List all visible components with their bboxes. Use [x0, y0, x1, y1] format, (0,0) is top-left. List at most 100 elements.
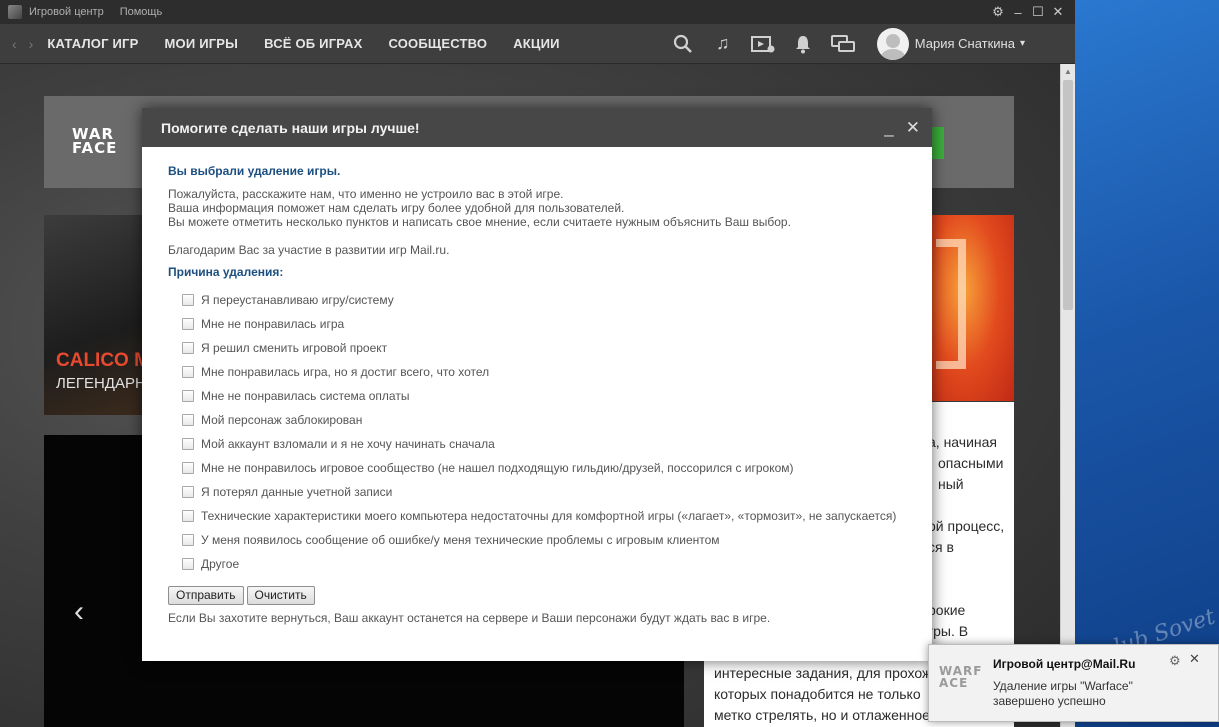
close-icon[interactable]: ✕ — [906, 118, 920, 138]
article-line: которых понадобится не только — [714, 686, 921, 702]
checkbox[interactable] — [182, 342, 194, 354]
dialog-header: Помогите сделать наши игры лучше! _ ✕ — [142, 108, 932, 147]
intro-line: Вы можете отметить несколько пунктов и н… — [168, 215, 791, 229]
close-icon[interactable]: ✕ — [1049, 4, 1067, 20]
reason-label: Технические характеристики моего компьют… — [201, 509, 897, 523]
reason-label: Мой аккаунт взломали и я не хочу начинат… — [201, 437, 495, 451]
reason-label: Мне не понравилось игровое сообщество (н… — [201, 461, 794, 475]
user-menu[interactable]: Мария Снаткина ▾ — [876, 27, 1025, 60]
toast-title: Игровой центр@Mail.Ru — [993, 657, 1136, 671]
article-line: рокие — [928, 602, 966, 618]
reason-option[interactable]: Я решил сменить игровой проект — [182, 336, 906, 360]
search-icon[interactable] — [671, 32, 695, 56]
reason-label: Другое — [201, 557, 240, 571]
app-icon — [8, 5, 22, 19]
reason-label: Мой персонаж заблокирован — [201, 413, 363, 427]
thanks-text: Благодарим Вас за участие в развитии игр… — [168, 243, 450, 257]
checkbox[interactable] — [182, 558, 194, 570]
reason-label: Я потерял данные учетной записи — [201, 485, 393, 499]
reason-label: Мне не понравилась игра — [201, 317, 345, 331]
maximize-icon[interactable]: ☐ — [1029, 4, 1047, 20]
promo-banner[interactable]: CALICO M9 ЛЕГЕНДАРНО — [44, 215, 144, 415]
reason-label: Мне не понравилась система оплаты — [201, 389, 410, 403]
warface-logo: WARFACE — [939, 664, 983, 690]
notification-toast[interactable]: WARFACE Игровой центр@Mail.Ru Удаление и… — [928, 644, 1219, 722]
scroll-up-icon[interactable]: ▲ — [1064, 67, 1072, 76]
reason-heading: Причина удаления: — [168, 265, 284, 279]
nav-my-games[interactable]: МОИ ИГРЫ — [165, 36, 239, 51]
promo-subtitle: ЛЕГЕНДАРНО — [56, 375, 144, 392]
toast-message: Удаление игры "Warface" завершено успешн… — [993, 679, 1133, 708]
article-line: интересные задания, для прохож — [714, 665, 932, 681]
warface-logo: WARFACE — [72, 125, 118, 157]
game-center-window: Игровой центр Помощь ⚙ – ☐ ✕ ‹ › КАТАЛОГ… — [0, 0, 1075, 727]
dialog-heading: Вы выбрали удаление игры. — [168, 164, 341, 178]
article-line: опасными — [938, 455, 1004, 471]
checkbox[interactable] — [182, 462, 194, 474]
reason-label: Я переустанавливаю игру/систему — [201, 293, 394, 307]
submit-button[interactable]: Отправить — [168, 586, 244, 605]
back-icon[interactable]: ‹ — [12, 36, 17, 52]
uninstall-feedback-dialog: Помогите сделать наши игры лучше! _ ✕ Вы… — [142, 108, 932, 661]
article-line: гры. В — [928, 623, 969, 639]
nav-catalog[interactable]: КАТАЛОГ ИГР — [47, 36, 138, 51]
music-icon[interactable]: ♫ — [711, 32, 735, 56]
checkbox[interactable] — [182, 438, 194, 450]
intro-line: Пожалуйста, расскажите нам, что именно н… — [168, 187, 564, 201]
reason-label: У меня появилось сообщение об ошибке/у м… — [201, 533, 720, 547]
chat-icon[interactable] — [830, 32, 855, 56]
reason-option[interactable]: Мне не понравилась система оплаты — [182, 384, 906, 408]
reason-option[interactable]: Мне не понравилось игровое сообщество (н… — [182, 456, 906, 480]
minimize-icon[interactable]: – — [1009, 5, 1027, 20]
bell-icon[interactable] — [791, 32, 815, 56]
play-button[interactable] — [930, 127, 944, 159]
article-line: метко стрелять, но и отлаженное — [714, 707, 930, 723]
help-menu[interactable]: Помощь — [120, 6, 163, 18]
gear-icon[interactable]: ⚙ — [989, 4, 1007, 20]
dialog-title: Помогите сделать наши игры лучше! — [161, 119, 420, 136]
scroll-thumb[interactable] — [1063, 80, 1073, 310]
article-line: ный — [938, 476, 964, 492]
checkbox[interactable] — [182, 510, 194, 522]
checkbox[interactable] — [182, 414, 194, 426]
clear-button[interactable]: Очистить — [246, 586, 315, 605]
reason-option[interactable]: Я переустанавливаю игру/систему — [182, 288, 906, 312]
checkbox[interactable] — [182, 390, 194, 402]
reason-option[interactable]: Мне не понравилась игра — [182, 312, 906, 336]
forward-icon[interactable]: › — [29, 36, 34, 52]
promo-image[interactable] — [930, 215, 1014, 401]
app-name-menu[interactable]: Игровой центр — [29, 6, 104, 18]
nav-promotions[interactable]: АКЦИИ — [513, 36, 560, 51]
reason-option[interactable]: Другое — [182, 552, 906, 576]
article-line: ой процесс, — [928, 518, 1005, 534]
title-bar: Игровой центр Помощь ⚙ – ☐ ✕ — [0, 0, 1075, 24]
footnote: Если Вы захотите вернуться, Ваш аккаунт … — [168, 611, 771, 625]
video-icon[interactable] — [750, 32, 775, 56]
checkbox[interactable] — [182, 366, 194, 378]
nav-community[interactable]: СООБЩЕСТВО — [388, 36, 487, 51]
reason-option[interactable]: Мой аккаунт взломали и я не хочу начинат… — [182, 432, 906, 456]
minimize-icon[interactable]: _ — [884, 118, 893, 138]
checkbox[interactable] — [182, 294, 194, 306]
promo-title: CALICO M9 — [56, 350, 144, 371]
avatar — [876, 27, 909, 60]
checkbox[interactable] — [182, 534, 194, 546]
reason-option[interactable]: Я потерял данные учетной записи — [182, 480, 906, 504]
checkbox[interactable] — [182, 486, 194, 498]
reason-label: Мне понравилась игра, но я достиг всего,… — [201, 365, 490, 379]
gear-icon[interactable]: ⚙ — [1169, 653, 1181, 669]
intro-line: Ваша информация поможет нам сделать игру… — [168, 201, 625, 215]
scrollbar[interactable]: ▲ — [1060, 64, 1075, 727]
reason-label: Я решил сменить игровой проект — [201, 341, 388, 355]
reason-option[interactable]: Технические характеристики моего компьют… — [182, 504, 906, 528]
reasons-list: Я переустанавливаю игру/систему Мне не п… — [168, 288, 906, 576]
close-icon[interactable]: ✕ — [1189, 651, 1200, 667]
nav-about-games[interactable]: ВСЁ ОБ ИГРАХ — [264, 36, 362, 51]
chevron-left-icon[interactable]: ‹ — [74, 595, 84, 629]
main-nav: ‹ › КАТАЛОГ ИГР МОИ ИГРЫ ВСЁ ОБ ИГРАХ СО… — [0, 24, 1075, 64]
checkbox[interactable] — [182, 318, 194, 330]
reason-option[interactable]: Мне понравилась игра, но я достиг всего,… — [182, 360, 906, 384]
article-line: а, начиная — [928, 434, 997, 450]
reason-option[interactable]: У меня появилось сообщение об ошибке/у м… — [182, 528, 906, 552]
reason-option[interactable]: Мой персонаж заблокирован — [182, 408, 906, 432]
